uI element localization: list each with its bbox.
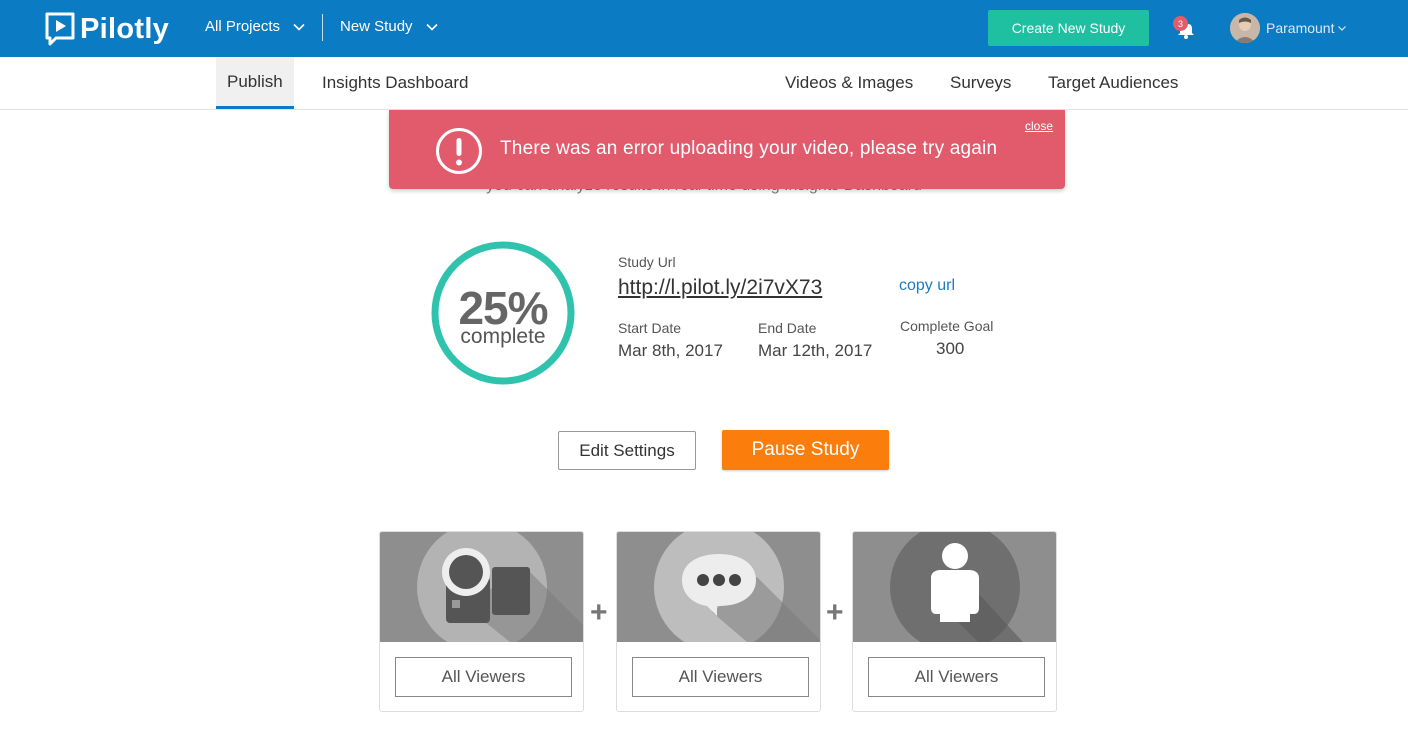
study-dropdown[interactable]: New Study <box>340 18 439 35</box>
person-icon <box>890 532 1023 642</box>
study-url-label: Study Url <box>618 254 676 270</box>
plus-sign: + <box>590 596 608 629</box>
tab-target-audiences[interactable]: Target Audiences <box>1048 57 1178 109</box>
tab-videos-images[interactable]: Videos & Images <box>785 57 913 109</box>
nav-divider <box>322 14 323 41</box>
study-url-link[interactable]: http://l.pilot.ly/2i7vX73 <box>618 276 822 300</box>
alert-icon <box>436 128 482 174</box>
video-camera-icon <box>417 532 583 642</box>
top-navigation-bar: Pilotly All Projects New Study Create Ne… <box>0 0 1408 57</box>
logo-text: Pilotly <box>80 12 170 45</box>
audience-card: All Viewers <box>852 531 1057 712</box>
audience-select[interactable]: All Viewers <box>395 657 572 697</box>
all-projects-label: All Projects <box>205 18 281 35</box>
notification-count-badge: 3 <box>1173 16 1188 31</box>
close-link[interactable]: close <box>1025 119 1053 133</box>
audience-card-header <box>853 532 1056 642</box>
video-card: All Viewers <box>379 531 584 712</box>
tab-insights-dashboard[interactable]: Insights Dashboard <box>322 57 468 109</box>
audience-select[interactable]: All Viewers <box>868 657 1045 697</box>
progress-ring: 25% complete <box>429 239 577 387</box>
chevron-down-icon <box>293 23 305 31</box>
plus-sign: + <box>826 596 844 629</box>
complete-goal-value: 300 <box>936 339 965 358</box>
end-date-label: End Date <box>758 320 817 336</box>
survey-card: All Viewers <box>616 531 821 712</box>
tab-surveys[interactable]: Surveys <box>950 57 1011 109</box>
user-avatar-icon <box>1230 13 1260 43</box>
user-menu[interactable]: Paramount <box>1230 13 1347 43</box>
end-date-value: Mar 12th, 2017 <box>758 341 873 360</box>
complete-goal-label: Complete Goal <box>900 318 994 334</box>
start-date-label: Start Date <box>618 320 682 336</box>
tab-publish[interactable]: Publish <box>216 57 294 109</box>
edit-settings-button[interactable]: Edit Settings <box>558 431 696 470</box>
error-banner: There was an error uploading your video,… <box>389 110 1065 189</box>
start-date-value: Mar 8th, 2017 <box>618 341 723 360</box>
study-label: New Study <box>340 18 413 35</box>
progress-label: complete <box>460 325 546 348</box>
avatar <box>1230 13 1260 43</box>
user-name: Paramount <box>1266 20 1335 36</box>
chevron-down-icon <box>425 23 438 31</box>
pilotly-logo[interactable]: Pilotly <box>44 10 169 48</box>
copy-url-link[interactable]: copy url <box>899 277 955 295</box>
survey-card-header <box>617 532 820 642</box>
chevron-down-icon <box>1338 26 1347 31</box>
video-card-header <box>380 532 583 642</box>
pilotly-logo-icon <box>45 12 75 46</box>
sub-navigation: Publish Insights Dashboard Videos & Imag… <box>0 57 1408 110</box>
notifications-button[interactable]: 3 <box>1173 16 1199 40</box>
create-new-study-button[interactable]: Create New Study <box>988 10 1149 46</box>
all-projects-dropdown[interactable]: All Projects <box>205 18 306 35</box>
chat-bubble-icon <box>654 532 820 642</box>
error-message: There was an error uploading your video,… <box>500 138 998 159</box>
pause-study-button[interactable]: Pause Study <box>722 430 889 470</box>
audience-select[interactable]: All Viewers <box>632 657 809 697</box>
